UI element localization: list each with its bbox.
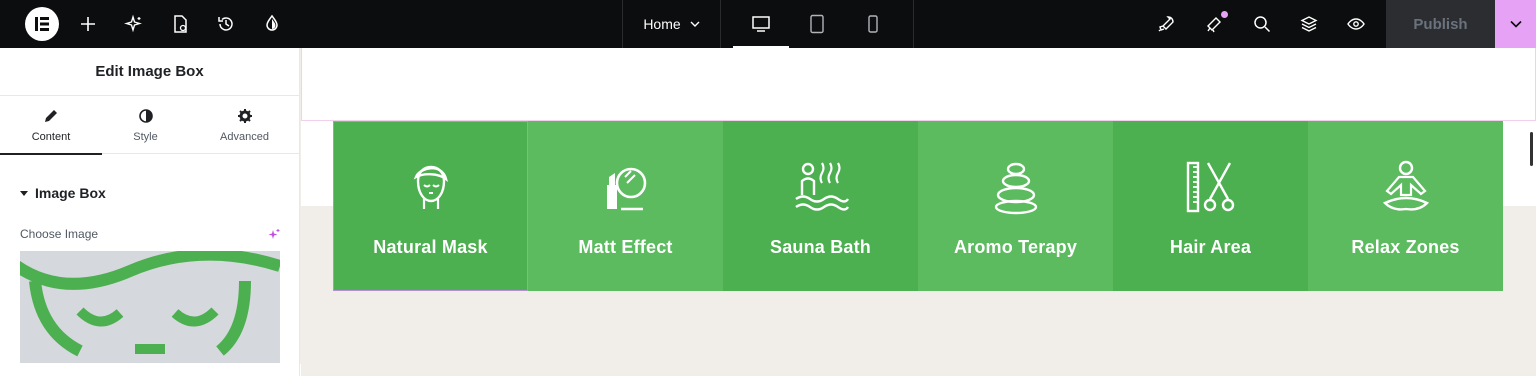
add-icon[interactable] xyxy=(76,12,100,36)
publish-button[interactable]: Publish xyxy=(1386,0,1495,48)
ai-sparkle-icon[interactable] xyxy=(267,228,281,242)
spa-stones-icon xyxy=(994,162,1037,215)
section-title: Image Box xyxy=(35,185,106,201)
image-box[interactable]: Relax Zones xyxy=(1308,121,1503,291)
pencil-icon xyxy=(45,109,57,122)
page-name: Home xyxy=(643,16,681,32)
editor-panel: Edit Image Box Content Style Advanced Im… xyxy=(0,48,300,376)
page-selector[interactable]: Home xyxy=(624,0,720,48)
desktop-icon[interactable] xyxy=(733,0,789,48)
tab-advanced[interactable]: Advanced xyxy=(199,96,290,154)
caret-down-icon xyxy=(20,191,28,196)
theme-style-icon[interactable] xyxy=(260,12,284,36)
image-box[interactable]: Hair Area xyxy=(1113,121,1308,291)
image-box-title: Matt Effect xyxy=(578,237,673,257)
face-mask-image xyxy=(20,251,280,357)
scrollbar[interactable] xyxy=(1530,132,1533,166)
mobile-icon[interactable] xyxy=(845,0,901,48)
canvas-container-outline xyxy=(301,48,1536,121)
image-preview[interactable] xyxy=(20,251,280,363)
comb-scissors-icon xyxy=(1186,161,1234,213)
image-box-title: Sauna Bath xyxy=(769,237,872,257)
face-mask-icon xyxy=(413,165,448,209)
search-icon[interactable] xyxy=(1250,12,1274,36)
panel-tabs: Content Style Advanced xyxy=(0,96,299,155)
notification-dot xyxy=(1221,11,1228,18)
divider xyxy=(720,0,721,48)
chevron-down-icon xyxy=(690,21,700,27)
choose-image-label: Choose Image xyxy=(20,227,99,241)
section-toggle-image-box[interactable]: Image Box xyxy=(20,185,106,201)
tab-label: Style xyxy=(133,130,158,143)
structure-icon[interactable] xyxy=(1297,12,1321,36)
ai-sparkle-icon[interactable] xyxy=(122,12,146,36)
tab-style[interactable]: Style xyxy=(102,96,189,154)
rocket-icon[interactable] xyxy=(1154,12,1178,36)
panel-title: Edit Image Box xyxy=(0,48,299,96)
elementor-logo-icon[interactable] xyxy=(25,7,59,41)
contrast-icon xyxy=(138,108,153,123)
tab-label: Advanced xyxy=(220,130,269,143)
tablet-icon[interactable] xyxy=(789,0,845,48)
page-settings-icon[interactable] xyxy=(168,12,192,36)
image-box[interactable]: Natural Mask xyxy=(333,121,528,291)
makeup-mirror-icon xyxy=(606,167,646,211)
image-box-title: Aromo Terapy xyxy=(953,237,1078,257)
image-box-row: Natural Mask Matt Effect Sauna Bath Arom… xyxy=(333,121,1503,291)
image-box-title: Relax Zones xyxy=(1351,237,1460,257)
image-box[interactable]: Matt Effect xyxy=(528,121,723,291)
image-box-title: Hair Area xyxy=(1169,237,1252,257)
divider xyxy=(913,0,914,48)
chevron-down-icon xyxy=(1509,20,1522,28)
divider xyxy=(622,0,623,48)
image-box-title: Natural Mask xyxy=(373,237,488,257)
sauna-icon xyxy=(794,162,849,211)
image-box[interactable]: Sauna Bath xyxy=(723,121,918,291)
preview-icon[interactable] xyxy=(1344,12,1368,36)
tab-content[interactable]: Content xyxy=(0,96,102,155)
gear-icon xyxy=(237,108,252,123)
meditation-icon xyxy=(1382,160,1429,211)
editor-topbar: Home Publish xyxy=(0,0,1536,48)
publish-options-button[interactable] xyxy=(1495,0,1536,48)
image-box[interactable]: Aromo Terapy xyxy=(918,121,1113,291)
history-icon[interactable] xyxy=(214,12,238,36)
tab-label: Content xyxy=(31,130,71,143)
